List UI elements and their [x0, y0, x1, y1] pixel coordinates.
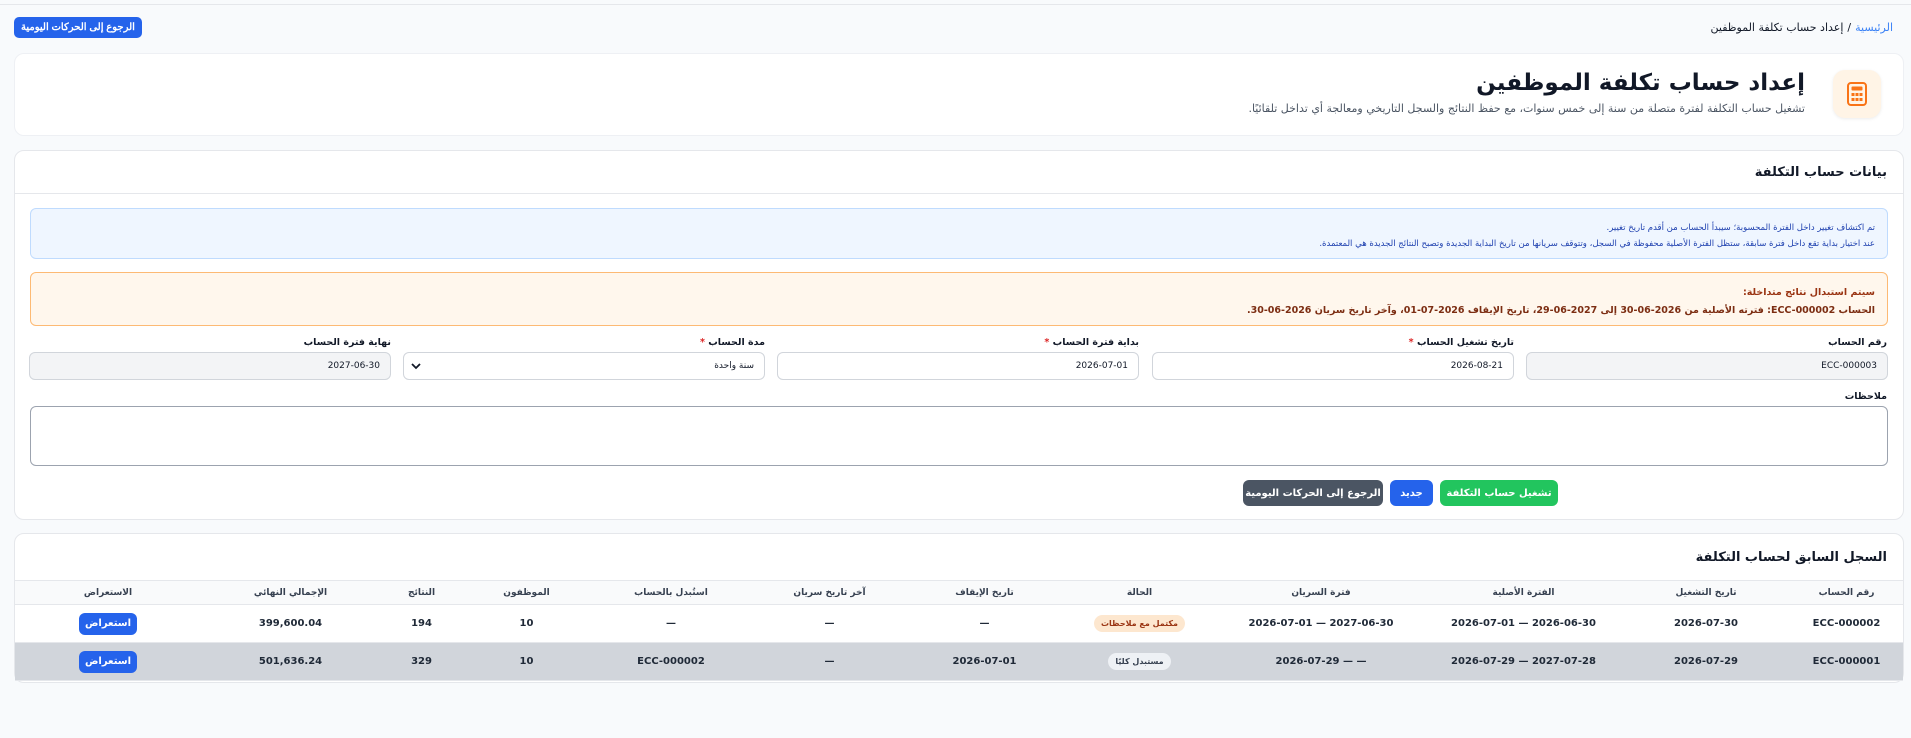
period-end-field[interactable]: 2027-06-30 — [29, 352, 391, 380]
col-replaced-by: استُبدل بالحساب — [590, 580, 752, 605]
cell-view: استعراض — [15, 604, 201, 643]
notes-label: ملاحظات — [1844, 391, 1887, 402]
cell-last-effective-date: — — [752, 604, 907, 643]
cell-last-effective-date: — — [752, 642, 907, 681]
cell-employees: 10 — [463, 642, 590, 681]
col-employees: الموظفون — [463, 580, 590, 605]
notes-textarea[interactable] — [30, 406, 1888, 466]
overlap-warning-alert: سيتم استبدال نتائج متداخلة: الحساب ECC-0… — [30, 272, 1888, 326]
page-header: إعداد حساب تكلفة الموظفين تشغيل حساب الت… — [14, 53, 1904, 136]
col-view: الاستعراض — [15, 580, 201, 605]
col-last-effective-date: آخر تاريخ سريان — [752, 580, 907, 605]
cell-run-date: 2026-07-29 — [1622, 642, 1790, 681]
account-number-field[interactable]: ECC-000003 — [1526, 352, 1888, 380]
top-divider — [0, 4, 1911, 5]
cell-status: مكتمل مع ملاحظات — [1062, 604, 1217, 643]
view-button[interactable]: استعراض — [79, 650, 137, 673]
status-badge: مستبدل كليًا — [1108, 653, 1171, 670]
info-alert-line-1: تم اكتشاف تغيير داخل الفترة المحسوبة؛ سي… — [1606, 223, 1876, 233]
history-title: السجل السابق لحساب التكلفة — [1695, 549, 1887, 565]
warning-title: سيتم استبدال نتائج متداخلة: — [1742, 287, 1875, 298]
history-table-header: رقم الحساب تاريخ التشغيل الفترة الأصلية … — [15, 580, 1903, 605]
run-date-label: تاريخ تشغيل الحساب * — [1408, 337, 1514, 348]
run-cost-calculation-button[interactable]: تشغيل حساب التكلفة — [1440, 480, 1558, 506]
cell-effective-period: 2026-07-01 — 2027-06-30 — [1217, 604, 1425, 643]
col-final-total: الإجمالي النهائي — [201, 580, 380, 605]
calculator-icon — [1833, 70, 1881, 118]
col-run-date: تاريخ التشغيل — [1622, 580, 1790, 605]
table-row: ECC-000002 2026-07-30 2026-07-01 — 2026-… — [15, 604, 1903, 643]
run-date-field[interactable]: 2026-08-21 — [1152, 352, 1514, 380]
cell-account-number: ECC-000001 — [1790, 642, 1903, 681]
warning-detail: الحساب ECC-000002: فترته الأصلية من 2026… — [1246, 305, 1875, 316]
cell-final-total: 399,600.04 — [201, 604, 380, 643]
history-card: السجل السابق لحساب التكلفة رقم الحساب تا… — [14, 533, 1904, 683]
cell-replaced-by: ECC-000002 — [590, 642, 752, 681]
cell-results: 329 — [380, 642, 463, 681]
status-badge: مكتمل مع ملاحظات — [1094, 615, 1185, 632]
cost-calculation-form-card: بيانات حساب التكلفة تم اكتشاف تغيير داخل… — [14, 150, 1904, 520]
cell-status: مستبدل كليًا — [1062, 642, 1217, 681]
duration-label: مدة الحساب * — [699, 337, 765, 348]
col-status: الحالة — [1062, 580, 1217, 605]
new-button[interactable]: جديد — [1390, 480, 1433, 506]
view-button[interactable]: استعراض — [79, 612, 137, 635]
back-button[interactable]: الرجوع إلى الحركات اليومية — [1243, 480, 1383, 506]
cell-original-period: 2026-07-01 — 2026-06-30 — [1425, 604, 1622, 643]
col-results: النتائج — [380, 580, 463, 605]
cell-replaced-by: — — [590, 604, 752, 643]
account-number-label: رقم الحساب — [1828, 337, 1887, 348]
period-start-field[interactable]: 2026-07-01 — [777, 352, 1139, 380]
page-subtitle: تشغيل حساب التكلفة لفترة متصلة من سنة إل… — [1248, 102, 1805, 115]
col-account-number: رقم الحساب — [1790, 580, 1903, 605]
info-alert-line-2: عند اختيار بداية تقع داخل فترة سابقة، ست… — [1319, 239, 1875, 249]
cell-final-total: 501,636.24 — [201, 642, 380, 681]
col-original-period: الفترة الأصلية — [1425, 580, 1622, 605]
duration-selected-value: سنة واحدة — [714, 361, 754, 371]
col-effective-period: فترة السريان — [1217, 580, 1425, 605]
form-card-title: بيانات حساب التكلفة — [15, 151, 1903, 194]
cell-effective-period: 2026-07-29 — — — [1217, 642, 1425, 681]
breadcrumb-separator: / — [1847, 21, 1852, 34]
back-to-daily-transactions-button[interactable]: الرجوع إلى الحركات اليومية — [14, 17, 142, 38]
page-title: إعداد حساب تكلفة الموظفين — [1476, 70, 1805, 96]
period-start-label: بداية فترة الحساب * — [1044, 337, 1139, 348]
cell-account-number: ECC-000002 — [1790, 604, 1903, 643]
breadcrumb-home-link[interactable]: الرئيسية — [1855, 21, 1893, 34]
cell-employees: 10 — [463, 604, 590, 643]
cell-view: استعراض — [15, 642, 201, 681]
chevron-down-icon — [411, 363, 421, 370]
history-table: رقم الحساب تاريخ التشغيل الفترة الأصلية … — [15, 580, 1903, 681]
col-stop-date: تاريخ الإيقاف — [907, 580, 1062, 605]
cell-stop-date: — — [907, 604, 1062, 643]
cell-run-date: 2026-07-30 — [1622, 604, 1790, 643]
breadcrumb-current: إعداد حساب تكلفة الموظفين — [1710, 21, 1844, 34]
period-end-label: نهاية فترة الحساب — [303, 337, 391, 348]
cell-original-period: 2026-07-29 — 2027-07-28 — [1425, 642, 1622, 681]
duration-select[interactable]: سنة واحدة — [403, 352, 765, 380]
cell-stop-date: 2026-07-01 — [907, 642, 1062, 681]
cell-results: 194 — [380, 604, 463, 643]
table-row: ECC-000001 2026-07-29 2026-07-29 — 2027-… — [15, 642, 1903, 681]
info-alert: تم اكتشاف تغيير داخل الفترة المحسوبة؛ سي… — [30, 208, 1888, 259]
breadcrumb: الرئيسية / إعداد حساب تكلفة الموظفين — [1711, 21, 1893, 34]
